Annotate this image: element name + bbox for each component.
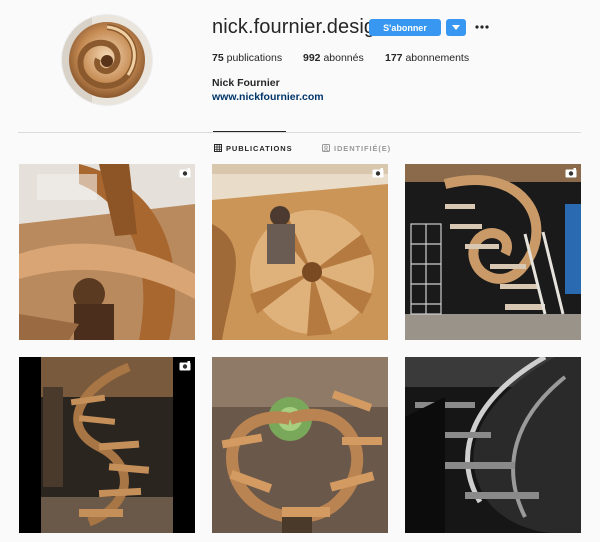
post-thumbnail[interactable] — [19, 357, 195, 533]
tabs-divider — [18, 132, 581, 133]
followers-label: abonnés — [323, 52, 364, 64]
grid-icon — [214, 144, 222, 152]
post-thumbnail[interactable] — [19, 164, 195, 340]
monochrome-staircase-photo — [405, 357, 581, 533]
video-icon — [179, 361, 191, 371]
video-icon — [179, 168, 191, 178]
following-label: abonnements — [405, 52, 470, 64]
more-options-button[interactable] — [474, 18, 490, 36]
post-thumbnail[interactable] — [212, 164, 388, 340]
tagged-icon — [322, 144, 330, 152]
video-icon — [372, 168, 384, 178]
following-stat[interactable]: 177 abonnements — [385, 52, 469, 64]
following-count: 177 — [385, 52, 403, 64]
tab-publications[interactable]: PUBLICATIONS — [214, 142, 293, 154]
upward-spiral-staircase-photo — [212, 357, 388, 533]
caret-down-icon — [452, 25, 460, 30]
tab-publications-label: PUBLICATIONS — [226, 143, 293, 153]
posts-stat: 75 publications — [212, 52, 282, 64]
workshop-staircase-photo — [19, 357, 195, 533]
worker-staircase-photo — [212, 164, 388, 340]
followers-stat[interactable]: 992 abonnés — [303, 52, 364, 64]
post-thumbnail[interactable] — [212, 357, 388, 533]
full-name: Nick Fournier — [212, 77, 280, 89]
video-icon — [565, 168, 577, 178]
tab-tagged[interactable]: IDENTIFIÉ(E) — [322, 142, 391, 154]
profile-avatar[interactable] — [62, 15, 152, 105]
spiral-staircase-photo — [19, 164, 195, 340]
post-thumbnail[interactable] — [405, 164, 581, 340]
scaffolding-staircase-photo — [405, 164, 581, 340]
tab-tagged-label: IDENTIFIÉ(E) — [334, 143, 392, 153]
website-link[interactable]: www.nickfournier.com — [212, 91, 324, 103]
ellipsis-icon — [475, 25, 489, 29]
posts-count: 75 — [212, 52, 224, 64]
posts-label: publications — [226, 52, 283, 64]
follow-button[interactable]: S'abonner — [369, 19, 441, 36]
followers-count: 992 — [303, 52, 321, 64]
suggestions-dropdown-button[interactable] — [446, 19, 466, 36]
post-thumbnail[interactable] — [405, 357, 581, 533]
active-tab-indicator — [213, 131, 286, 132]
